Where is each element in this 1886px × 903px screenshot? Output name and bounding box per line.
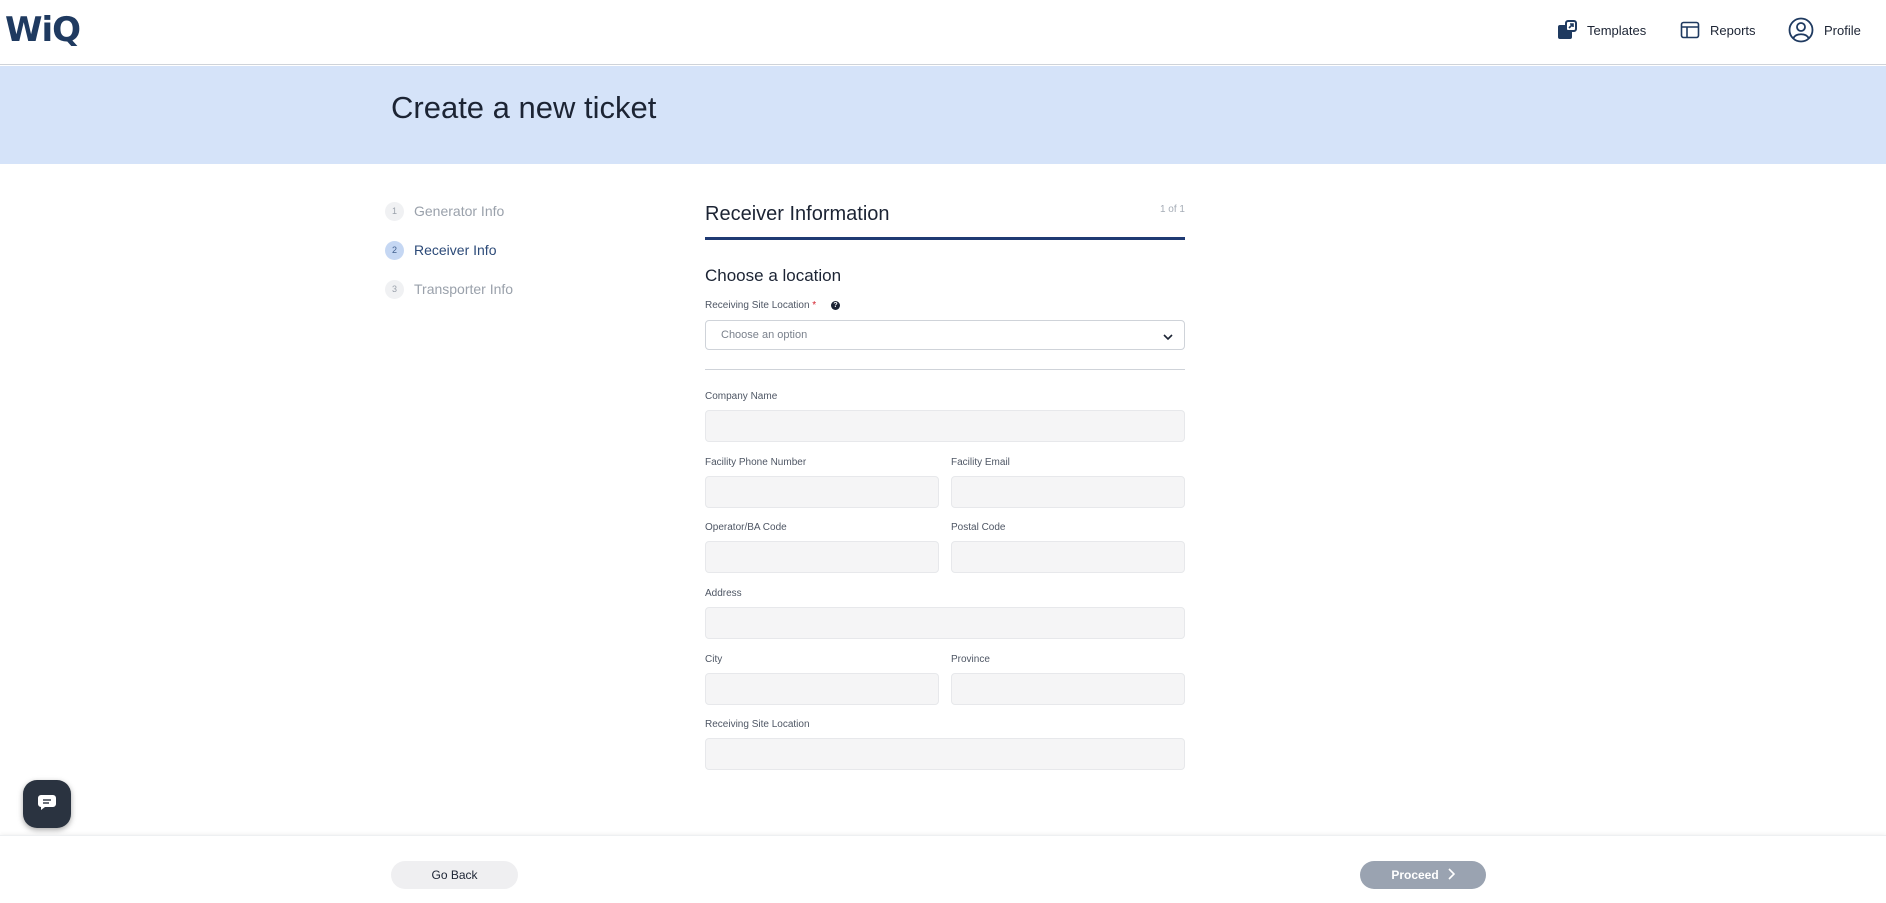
step-label: Generator Info (414, 203, 505, 219)
proceed-button-label: Proceed (1391, 868, 1439, 882)
page-banner: Create a new ticket (0, 66, 1886, 164)
chevron-down-icon (1162, 330, 1174, 348)
step-transporter-info[interactable]: 3 Transporter Info (385, 279, 513, 299)
address-input[interactable] (705, 607, 1185, 639)
company-name-label: Company Name (705, 391, 778, 402)
city-input[interactable] (705, 673, 939, 705)
section-underline (705, 237, 1185, 240)
operator-code-input[interactable] (705, 541, 939, 573)
form-footer: Go Back Proceed (0, 835, 1886, 903)
receiving-site-location-input[interactable] (705, 738, 1185, 770)
receiving-site-location-label: Receiving Site Location (705, 719, 810, 730)
location-select-label-text: Receiving Site Location (705, 300, 810, 311)
province-label: Province (951, 654, 990, 665)
go-back-button[interactable]: Go Back (391, 861, 518, 889)
profile-icon (1788, 17, 1814, 43)
nav-reports[interactable]: Reports (1680, 16, 1756, 44)
facility-phone-label: Facility Phone Number (705, 457, 807, 468)
select-placeholder: Choose an option (721, 329, 808, 341)
step-receiver-info[interactable]: 2 Receiver Info (385, 240, 513, 260)
facility-email-input[interactable] (951, 476, 1185, 508)
ticket-stepper: 1 Generator Info 2 Receiver Info 3 Trans… (385, 201, 513, 318)
step-label: Receiver Info (414, 242, 497, 258)
facility-phone-input[interactable] (705, 476, 939, 508)
postal-code-input[interactable] (951, 541, 1185, 573)
wiq-logo[interactable]: WiQ (5, 10, 81, 50)
step-number: 1 (385, 201, 404, 221)
operator-code-label: Operator/BA Code (705, 522, 787, 533)
question-circle-icon[interactable]: ? (830, 301, 840, 310)
facility-email-label: Facility Email (951, 457, 1010, 468)
nav-profile[interactable]: Profile (1788, 16, 1861, 44)
company-name-input[interactable] (705, 410, 1185, 442)
nav-profile-label: Profile (1824, 22, 1861, 38)
chat-button[interactable] (23, 780, 71, 828)
nav-reports-label: Reports (1710, 22, 1756, 38)
address-label: Address (705, 588, 742, 599)
page-count: 1 of 1 (1159, 204, 1185, 215)
step-generator-info[interactable]: 1 Generator Info (385, 201, 513, 221)
section-title: Receiver Information (705, 203, 890, 225)
nav-templates-label: Templates (1587, 22, 1647, 38)
top-navigation-bar: WiQ Templates Reports Profile (0, 0, 1886, 65)
nav-templates[interactable]: Templates (1557, 16, 1646, 44)
province-input[interactable] (951, 673, 1185, 705)
choose-location-heading: Choose a location (705, 266, 842, 285)
chevron-right-icon (1447, 867, 1455, 883)
chat-bubble-icon (37, 793, 57, 816)
proceed-button[interactable]: Proceed (1360, 861, 1486, 889)
postal-code-label: Postal Code (951, 522, 1006, 533)
required-marker: * (812, 300, 817, 311)
templates-icon (1557, 20, 1577, 40)
step-label: Transporter Info (414, 281, 514, 297)
page-title: Create a new ticket (391, 90, 657, 125)
step-number: 2 (385, 240, 404, 260)
city-label: City (705, 654, 723, 665)
receiving-site-location-select[interactable]: Choose an option (705, 320, 1185, 350)
reports-icon (1680, 20, 1700, 40)
form-divider (705, 369, 1185, 370)
location-select-label: Receiving Site Location * ? (705, 300, 840, 311)
step-number: 3 (385, 279, 404, 299)
